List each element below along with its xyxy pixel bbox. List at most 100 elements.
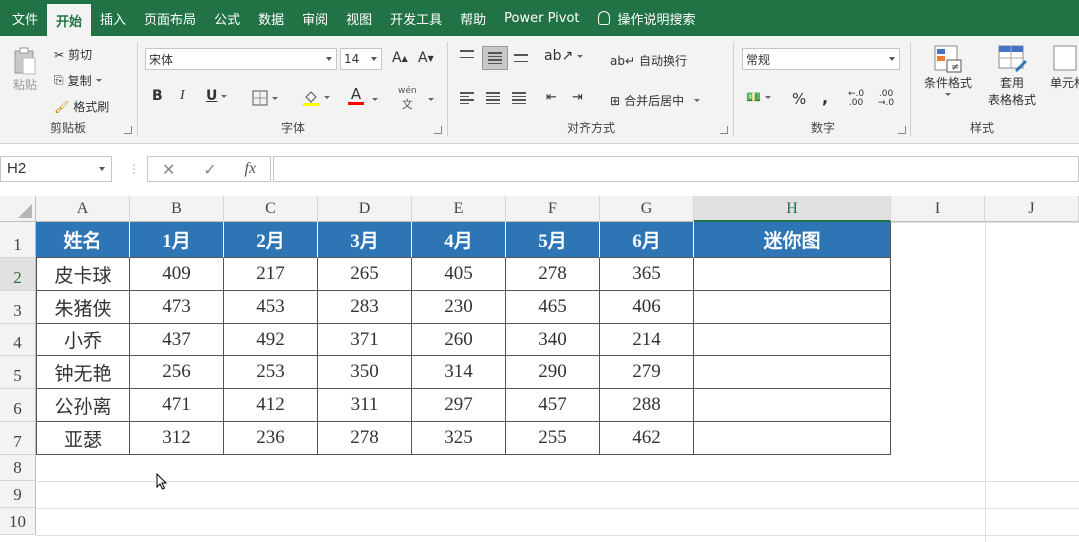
enter-icon[interactable]: ✓ — [203, 160, 216, 179]
cell-a2[interactable]: 皮卡球 — [36, 258, 130, 291]
cancel-icon[interactable]: ✕ — [162, 160, 175, 179]
cell-d3[interactable]: 283 — [318, 291, 412, 324]
chevron-down-icon[interactable] — [372, 98, 378, 101]
cell-e4[interactable]: 260 — [412, 324, 506, 356]
font-color-button[interactable]: A — [348, 86, 364, 105]
increase-decimal-button[interactable]: ←.0.00 — [848, 90, 864, 108]
header-cell-d[interactable]: 3月 — [318, 222, 412, 258]
cell-f4[interactable]: 340 — [506, 324, 600, 356]
column-header-j[interactable]: J — [985, 196, 1079, 222]
drag-handle-icon[interactable]: ⋮ — [128, 162, 140, 176]
menu-view[interactable]: 视图 — [337, 0, 381, 36]
cell-g6[interactable]: 288 — [600, 389, 694, 422]
cell-f7[interactable]: 255 — [506, 422, 600, 455]
merge-center-button[interactable]: ⊞ 合并后居中 — [610, 92, 701, 109]
number-format-select[interactable]: 常规 — [742, 48, 900, 70]
phonetic-button[interactable]: wén 文 — [398, 86, 417, 112]
dialog-launcher-icon[interactable] — [720, 126, 728, 134]
header-cell-h[interactable]: 迷你图 — [694, 222, 891, 258]
font-size-select[interactable]: 14 — [340, 48, 382, 70]
tell-me-search[interactable]: 操作说明搜索 — [589, 0, 705, 36]
cell-styles-button[interactable]: 单元格 — [1050, 44, 1079, 91]
cell-d7[interactable]: 278 — [318, 422, 412, 455]
row-header-5[interactable]: 5 — [0, 356, 36, 389]
formula-input[interactable] — [273, 156, 1079, 182]
column-header-e[interactable]: E — [412, 196, 506, 222]
align-right-button[interactable] — [512, 92, 526, 104]
menu-developer[interactable]: 开发工具 — [381, 0, 451, 36]
chevron-down-icon[interactable] — [99, 167, 105, 171]
cell-d5[interactable]: 350 — [318, 356, 412, 389]
shrink-font-button[interactable]: A ▼ — [418, 50, 434, 66]
menu-formulas[interactable]: 公式 — [205, 0, 249, 36]
cell-b7[interactable]: 312 — [130, 422, 224, 455]
menu-review[interactable]: 审阅 — [293, 0, 337, 36]
cell-e5[interactable]: 314 — [412, 356, 506, 389]
cell-e6[interactable]: 297 — [412, 389, 506, 422]
align-center-button[interactable] — [486, 92, 500, 104]
cell-a4[interactable]: 小乔 — [36, 324, 130, 356]
row-header-2[interactable]: 2 — [0, 258, 36, 291]
bold-button[interactable]: B — [152, 88, 163, 104]
menu-power-pivot[interactable]: Power Pivot — [495, 0, 588, 36]
fill-color-button[interactable] — [302, 88, 330, 106]
menu-help[interactable]: 帮助 — [451, 0, 495, 36]
dialog-launcher-icon[interactable] — [124, 126, 132, 134]
row-header-1[interactable]: 1 — [0, 222, 36, 258]
column-header-f[interactable]: F — [506, 196, 600, 222]
cell-b2[interactable]: 409 — [130, 258, 224, 291]
cell-e2[interactable]: 405 — [412, 258, 506, 291]
cell-a5[interactable]: 钟无艳 — [36, 356, 130, 389]
grow-font-button[interactable]: A ▲ — [392, 50, 408, 66]
insert-function-button[interactable]: fx — [245, 160, 257, 178]
cut-button[interactable]: ✂ 剪切 — [54, 46, 92, 63]
cell-b6[interactable]: 471 — [130, 389, 224, 422]
column-header-b[interactable]: B — [130, 196, 224, 222]
cell-f6[interactable]: 457 — [506, 389, 600, 422]
menu-home[interactable]: 开始 — [47, 4, 92, 36]
header-cell-a[interactable]: 姓名 — [36, 222, 130, 258]
increase-indent-button[interactable]: ⇥ — [572, 90, 583, 105]
cell-e7[interactable]: 325 — [412, 422, 506, 455]
name-box[interactable]: H2 — [0, 156, 112, 182]
row-header-10[interactable]: 10 — [0, 508, 36, 535]
cell-g4[interactable]: 214 — [600, 324, 694, 356]
header-cell-c[interactable]: 2月 — [224, 222, 318, 258]
row-header-6[interactable]: 6 — [0, 389, 36, 422]
column-header-g[interactable]: G — [600, 196, 694, 222]
cell-h4[interactable] — [694, 324, 891, 356]
menu-insert[interactable]: 插入 — [91, 0, 135, 36]
cell-a6[interactable]: 公孙离 — [36, 389, 130, 422]
cell-d4[interactable]: 371 — [318, 324, 412, 356]
orientation-button[interactable]: ab↗ — [544, 48, 584, 64]
format-painter-button[interactable]: 🖌 格式刷 — [54, 98, 109, 115]
align-middle-button[interactable] — [482, 46, 508, 70]
row-header-7[interactable]: 7 — [0, 422, 36, 455]
cell-h5[interactable] — [694, 356, 891, 389]
row-header-3[interactable]: 3 — [0, 291, 36, 324]
column-header-d[interactable]: D — [318, 196, 412, 222]
dialog-launcher-icon[interactable] — [898, 126, 906, 134]
cell-a7[interactable]: 亚瑟 — [36, 422, 130, 455]
font-name-select[interactable]: 宋体 — [145, 48, 337, 70]
cell-e3[interactable]: 230 — [412, 291, 506, 324]
cell-c5[interactable]: 253 — [224, 356, 318, 389]
row-header-8[interactable]: 8 — [0, 455, 36, 481]
align-top-button[interactable] — [460, 50, 474, 58]
header-cell-e[interactable]: 4月 — [412, 222, 506, 258]
cell-b4[interactable]: 437 — [130, 324, 224, 356]
cell-b5[interactable]: 256 — [130, 356, 224, 389]
align-left-button[interactable] — [460, 92, 474, 104]
column-header-c[interactable]: C — [224, 196, 318, 222]
cell-h6[interactable] — [694, 389, 891, 422]
accounting-format-button[interactable]: 💵 — [746, 90, 771, 104]
align-bottom-button[interactable] — [514, 54, 528, 62]
menu-page-layout[interactable]: 页面布局 — [135, 0, 205, 36]
percent-button[interactable]: % — [792, 90, 806, 108]
header-cell-g[interactable]: 6月 — [600, 222, 694, 258]
conditional-formatting-button[interactable]: ≠ 条件格式 — [918, 44, 978, 96]
select-all-button[interactable] — [0, 196, 36, 222]
row-header-9[interactable]: 9 — [0, 481, 36, 508]
column-header-a[interactable]: A — [36, 196, 130, 222]
cell-c7[interactable]: 236 — [224, 422, 318, 455]
